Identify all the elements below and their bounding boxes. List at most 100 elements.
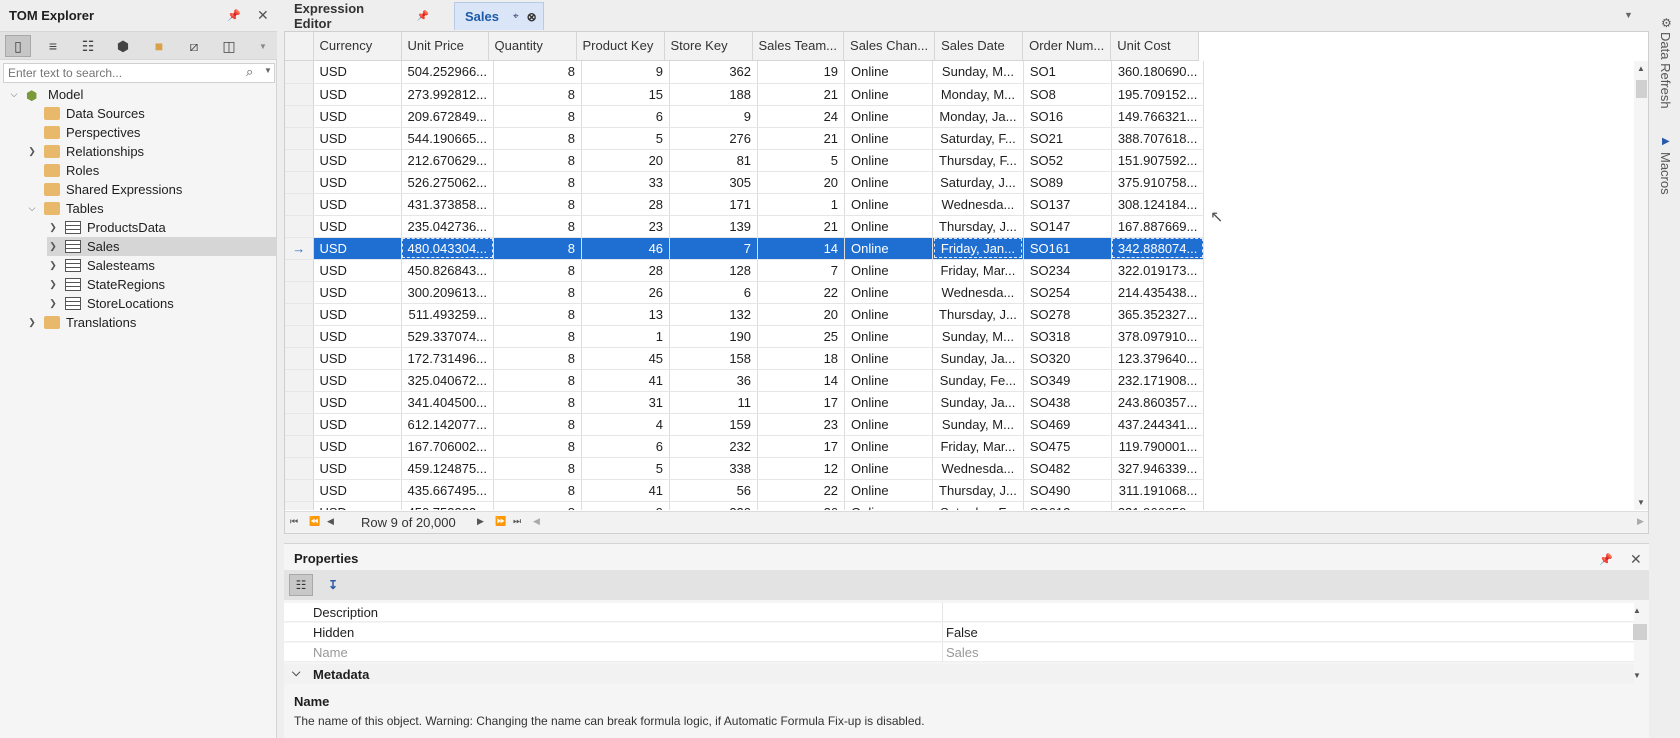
table-cell[interactable]: 8: [493, 237, 583, 260]
table-cell[interactable]: 1: [757, 193, 846, 216]
table-cell[interactable]: 325.040672...: [401, 369, 495, 392]
table-cell[interactable]: USD: [313, 501, 402, 510]
row-indicator[interactable]: [285, 501, 314, 510]
table-cell[interactable]: 362: [669, 61, 759, 84]
table-cell[interactable]: 8: [493, 105, 583, 128]
table-cell[interactable]: Online: [844, 105, 934, 128]
table-cell[interactable]: 6: [581, 105, 671, 128]
row-indicator[interactable]: [285, 347, 314, 370]
table-cell[interactable]: 167.887669...: [1111, 215, 1205, 238]
hierarchy-icon[interactable]: ☷: [75, 35, 101, 57]
table-cell[interactable]: 8: [493, 479, 583, 502]
next-row-icon[interactable]: ▶: [477, 516, 484, 527]
dropdown-icon[interactable]: ▼: [250, 35, 276, 57]
table-cell[interactable]: 33: [581, 171, 671, 194]
table-cell[interactable]: Online: [844, 369, 934, 392]
property-category-metadata[interactable]: ⌵ Metadata: [284, 664, 1634, 684]
table-cell[interactable]: USD: [313, 435, 402, 458]
table-cell[interactable]: 5: [581, 127, 671, 150]
table-cell[interactable]: 321.966659...: [1111, 501, 1205, 510]
table-cell[interactable]: 81: [669, 149, 759, 172]
row-indicator[interactable]: [285, 105, 314, 128]
column-header[interactable]: Sales Chan...: [843, 32, 936, 61]
table-cell[interactable]: SO16: [1023, 105, 1112, 128]
next-page-icon[interactable]: ⏩: [495, 516, 506, 527]
table-cell[interactable]: 28: [581, 193, 671, 216]
table-cell[interactable]: 437.244341...: [1111, 413, 1205, 436]
table-row[interactable]: USD 325.040672... 8 41 36 14 Online Sunday, Fe.…: [285, 369, 1205, 392]
table-cell[interactable]: 459.124875...: [401, 457, 495, 480]
table-cell[interactable]: 8: [493, 61, 583, 84]
gear-icon[interactable]: ⚙: [1661, 16, 1672, 30]
table-cell[interactable]: USD: [313, 325, 402, 348]
table-cell[interactable]: SO1: [1023, 61, 1112, 84]
table-cell[interactable]: 232.171908...: [1111, 369, 1205, 392]
table-cell[interactable]: 18: [757, 347, 846, 370]
table-cell[interactable]: 7: [757, 259, 846, 282]
table-cell[interactable]: USD: [313, 391, 402, 414]
table-cell[interactable]: 511.493259...: [401, 303, 495, 326]
table-cell[interactable]: 276: [669, 127, 759, 150]
table-cell[interactable]: 220: [669, 501, 759, 510]
table-row[interactable]: USD 504.252966... 8 9 362 19 Online Sunday, M..…: [285, 61, 1205, 84]
scrollbar-thumb[interactable]: [1633, 624, 1647, 640]
close-icon[interactable]: ✕: [1630, 552, 1642, 566]
table-cell[interactable]: 435.667495...: [401, 479, 495, 502]
table-cell[interactable]: 6: [669, 281, 759, 304]
table-cell[interactable]: 151.907592...: [1111, 149, 1205, 172]
table-row[interactable]: USD 529.337074... 8 1 190 25 Online Sunday, M..…: [285, 325, 1205, 348]
table-cell[interactable]: Monday, M...: [932, 83, 1024, 106]
table-cell[interactable]: 431.373858...: [401, 193, 495, 216]
table-cell[interactable]: Saturday, F...: [932, 127, 1024, 150]
table-cell[interactable]: 388.707618...: [1111, 127, 1205, 150]
table-cell[interactable]: 17: [757, 391, 846, 414]
table-cell[interactable]: Online: [844, 149, 934, 172]
table-cell[interactable]: 26: [581, 281, 671, 304]
table-cell[interactable]: SO482: [1023, 457, 1112, 480]
row-indicator[interactable]: [285, 435, 314, 458]
table-cell[interactable]: 235.042736...: [401, 215, 495, 238]
table-cell[interactable]: Sunday, M...: [932, 61, 1024, 84]
table-cell[interactable]: 8: [493, 127, 583, 150]
table-cell[interactable]: 23: [581, 215, 671, 238]
table-cell[interactable]: SO318: [1023, 325, 1112, 348]
table-row[interactable]: USD 450.826843... 8 28 128 7 Online Friday, Mar…: [285, 259, 1205, 282]
chevron-right-icon[interactable]: ❯: [26, 317, 38, 328]
table-cell[interactable]: SO469: [1023, 413, 1112, 436]
table-row[interactable]: USD 459.124875... 8 5 338 12 Online Wednesda...…: [285, 457, 1205, 480]
table-cell[interactable]: Online: [844, 303, 934, 326]
table-cell[interactable]: 360.180690...: [1111, 61, 1205, 84]
table-cell[interactable]: USD: [313, 413, 402, 436]
table-cell[interactable]: 14: [757, 237, 846, 260]
close-icon[interactable]: ✕: [257, 8, 269, 22]
table-cell[interactable]: 21: [757, 127, 846, 150]
table-cell[interactable]: 128: [669, 259, 759, 282]
row-indicator[interactable]: [285, 391, 314, 414]
table-cell[interactable]: SO475: [1023, 435, 1112, 458]
column-header[interactable]: Store Key: [664, 32, 753, 61]
table-cell[interactable]: 300.209613...: [401, 281, 495, 304]
table-cell[interactable]: SO89: [1023, 171, 1112, 194]
scroll-right-icon[interactable]: ▶: [1637, 516, 1644, 527]
table-row[interactable]: USD 212.670629... 8 20 81 5 Online Thursday, F.…: [285, 149, 1205, 172]
table-cell[interactable]: Online: [844, 457, 934, 480]
column-header[interactable]: Unit Cost: [1110, 32, 1200, 61]
row-indicator[interactable]: [285, 303, 314, 326]
table-cell[interactable]: SO161: [1023, 237, 1112, 260]
table-row[interactable]: USD450.753323...8922026OnlineSaturday, F…: [285, 501, 1205, 510]
scroll-down-icon[interactable]: ▼: [1633, 671, 1641, 680]
table-cell[interactable]: USD: [313, 479, 402, 502]
table-cell[interactable]: 450.753323...: [401, 501, 495, 510]
table-cell[interactable]: 526.275062...: [401, 171, 495, 194]
table-cell[interactable]: 21: [757, 215, 846, 238]
table-cell[interactable]: Online: [844, 83, 934, 106]
table-cell[interactable]: Online: [844, 501, 934, 510]
table-cell[interactable]: Sunday, M...: [932, 413, 1024, 436]
scrollbar-thumb[interactable]: [1636, 80, 1647, 98]
table-row[interactable]: USD 167.706002... 8 6 232 17 Online Friday, Mar…: [285, 435, 1205, 458]
measure-icon[interactable]: ⧄: [181, 35, 207, 57]
table-cell[interactable]: Online: [844, 171, 934, 194]
table-row[interactable]: USD 273.992812... 8 15 188 21 Online Monday, M.…: [285, 83, 1205, 106]
table-cell[interactable]: 21: [757, 83, 846, 106]
chevron-right-icon[interactable]: ❯: [26, 146, 38, 157]
